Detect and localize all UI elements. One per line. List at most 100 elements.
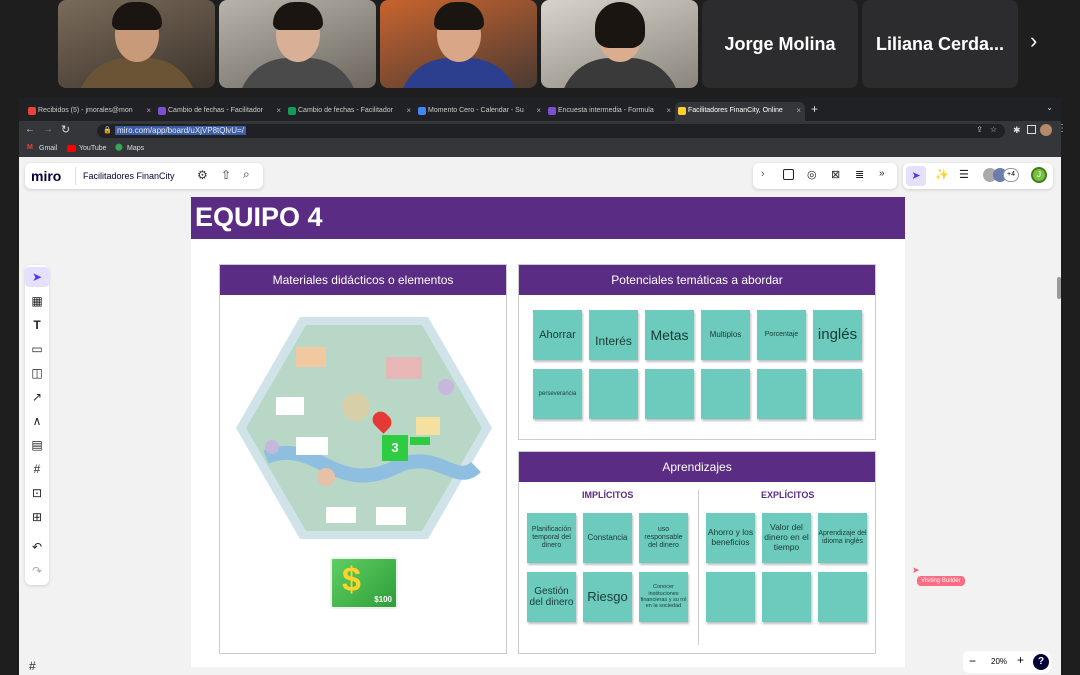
extensions-icon[interactable]: ✱: [1013, 125, 1021, 136]
sticky-note[interactable]: Multiplos: [701, 310, 750, 360]
sticky-note[interactable]: Planificación temporal del dinero: [527, 513, 576, 563]
focus-icon[interactable]: ◎: [807, 168, 817, 181]
upload-icon[interactable]: ⇧: [221, 168, 231, 182]
close-icon[interactable]: ×: [536, 106, 541, 115]
chevron-right-icon[interactable]: ›: [761, 168, 765, 180]
pen-tool-icon[interactable]: ∧: [25, 411, 49, 431]
select-cursor-icon[interactable]: ➤: [25, 267, 49, 287]
sticky-note[interactable]: Gestión del dinero: [527, 572, 576, 622]
sticky-note-icon[interactable]: [783, 169, 794, 180]
materials-panel[interactable]: Materiales didácticos o elementos 3 $ $1…: [219, 264, 507, 654]
sticky-note-empty[interactable]: [818, 572, 867, 622]
sticky-note-empty[interactable]: [645, 369, 694, 419]
team-banner[interactable]: EQUIPO 4: [191, 197, 905, 239]
sticky-note-empty[interactable]: [813, 369, 862, 419]
comment-tool-icon[interactable]: ▤: [25, 435, 49, 455]
browser-tab[interactable]: Encuesta intermedia - Formula ×: [545, 102, 675, 121]
sticky-note[interactable]: Ahorro y los beneficios: [706, 513, 755, 563]
cursor-tool-icon[interactable]: ➤: [906, 166, 926, 186]
zoom-out-icon[interactable]: −: [969, 654, 976, 668]
miro-board-canvas[interactable]: miro Facilitadores FinanCity ⚙ ⇧ ⌕ › ◎ ⊠…: [19, 157, 1061, 675]
current-user-avatar[interactable]: J: [1031, 167, 1047, 183]
zoom-in-icon[interactable]: +: [1017, 653, 1024, 667]
green-level-card[interactable]: 3: [382, 435, 408, 461]
connector-line-icon[interactable]: ↗: [25, 387, 49, 407]
bookmark-youtube[interactable]: YouTube: [79, 145, 107, 152]
back-arrow-icon[interactable]: ←: [25, 124, 35, 135]
sticky-note[interactable]: Interés: [589, 310, 638, 360]
board-frame[interactable]: EQUIPO 4 Materiales didácticos o element…: [191, 197, 905, 667]
upload-tool-icon[interactable]: ⊡: [25, 483, 49, 503]
close-icon[interactable]: ×: [666, 106, 671, 115]
redo-icon[interactable]: ↷: [25, 561, 49, 581]
close-icon[interactable]: ×: [406, 106, 411, 115]
sticky-note[interactable]: Conocer instituciones financieras y su r…: [639, 572, 688, 622]
sticky-note[interactable]: Aprendizaje del idioma inglés: [818, 513, 867, 563]
help-icon[interactable]: ?: [1033, 654, 1049, 670]
sticky-note[interactable]: Riesgo: [583, 572, 632, 622]
sticky-note-empty[interactable]: [701, 369, 750, 419]
sticky-note-empty[interactable]: [762, 572, 811, 622]
sticky-note-empty[interactable]: [757, 369, 806, 419]
sticky-note-tool-icon[interactable]: ▭: [25, 339, 49, 359]
celebrate-icon[interactable]: ✨: [935, 168, 949, 181]
address-bar[interactable]: 🔒 miro.com/app/board/uXjVP8tQlvU=/ ⇪ ☆: [97, 124, 1005, 138]
text-tool-icon[interactable]: T: [25, 315, 49, 335]
browser-tab-active[interactable]: Facilitadores FinanCity, Online ×: [675, 102, 805, 121]
sticky-note[interactable]: perseverancia: [533, 369, 582, 419]
close-icon[interactable]: ×: [146, 106, 151, 115]
sticky-note[interactable]: Valor del dinero en el tiempo: [762, 513, 811, 563]
sticky-note[interactable]: Metas: [645, 310, 694, 360]
participant-video-1[interactable]: [58, 0, 215, 88]
add-more-icon[interactable]: ⊞: [25, 507, 49, 527]
new-tab-icon[interactable]: +: [811, 102, 818, 116]
learning-panel[interactable]: Aprendizajes IMPLÍCITOS EXPLÍCITOS Plani…: [518, 451, 876, 654]
tab-search-chevron-icon[interactable]: ⌄: [1046, 103, 1053, 112]
vertical-scrollbar-thumb[interactable]: [1057, 277, 1061, 299]
participant-video-3[interactable]: [380, 0, 537, 88]
notes-icon[interactable]: ≣: [855, 168, 864, 181]
sticky-note-empty[interactable]: [589, 369, 638, 419]
bookmark-star-icon[interactable]: ☆: [990, 125, 997, 134]
bookmark-gmail[interactable]: Gmail: [39, 145, 57, 152]
participant-tile-name-1[interactable]: Jorge Molina: [702, 0, 858, 88]
topics-panel[interactable]: Potenciales temáticas a abordar Ahorrar …: [518, 264, 876, 440]
browser-tab[interactable]: Recibidos (5) - jmorales@mon ×: [25, 102, 155, 121]
sticky-note[interactable]: Ahorrar: [533, 310, 582, 360]
settings-gear-icon[interactable]: ⚙: [197, 168, 208, 182]
forward-arrow-icon[interactable]: →: [43, 124, 53, 135]
menu-kebab-icon[interactable]: ⋮: [1057, 123, 1067, 134]
participant-video-4[interactable]: [541, 0, 698, 88]
more-users-badge[interactable]: +4: [1003, 168, 1019, 182]
browser-tab[interactable]: Cambio de fechas - Facilitador ×: [155, 102, 285, 121]
close-icon[interactable]: ×: [796, 106, 801, 115]
sticky-note-empty[interactable]: [706, 572, 755, 622]
more-chevron-icon[interactable]: »: [879, 168, 885, 179]
comment-list-icon[interactable]: ☰: [959, 168, 969, 181]
sticky-note[interactable]: Porcentaje: [757, 310, 806, 360]
templates-icon[interactable]: ▦: [25, 291, 49, 311]
search-icon[interactable]: ⌕: [243, 167, 250, 182]
browser-tab[interactable]: Momento Cero - Calendar - Su ×: [415, 102, 545, 121]
money-card[interactable]: $ $100: [330, 557, 398, 609]
participant-tile-name-2[interactable]: Liliana Cerda...: [862, 0, 1018, 88]
excel-icon[interactable]: ⊠: [831, 168, 840, 181]
sidepanel-icon[interactable]: [1027, 125, 1036, 134]
participant-video-2[interactable]: [219, 0, 376, 88]
frames-panel-icon[interactable]: #: [29, 659, 36, 673]
close-icon[interactable]: ×: [276, 106, 281, 115]
zoom-level[interactable]: 20%: [991, 657, 1007, 666]
miro-logo[interactable]: miro: [31, 168, 61, 184]
bookmark-maps[interactable]: Maps: [127, 145, 144, 152]
board-name[interactable]: Facilitadores FinanCity: [83, 171, 175, 181]
frame-tool-icon[interactable]: #: [25, 459, 49, 479]
next-participants-chevron-icon[interactable]: ›: [1030, 28, 1037, 54]
sticky-note[interactable]: inglés: [813, 310, 862, 360]
browser-tab[interactable]: Cambio de fechas - Facilitador ×: [285, 102, 415, 121]
financity-map-image[interactable]: 3: [236, 317, 492, 539]
undo-icon[interactable]: ↶: [25, 537, 49, 557]
shapes-tool-icon[interactable]: ◫: [25, 363, 49, 383]
reload-icon[interactable]: ↻: [61, 123, 70, 136]
share-icon[interactable]: ⇪: [976, 125, 983, 134]
sticky-note[interactable]: Constancia: [583, 513, 632, 563]
